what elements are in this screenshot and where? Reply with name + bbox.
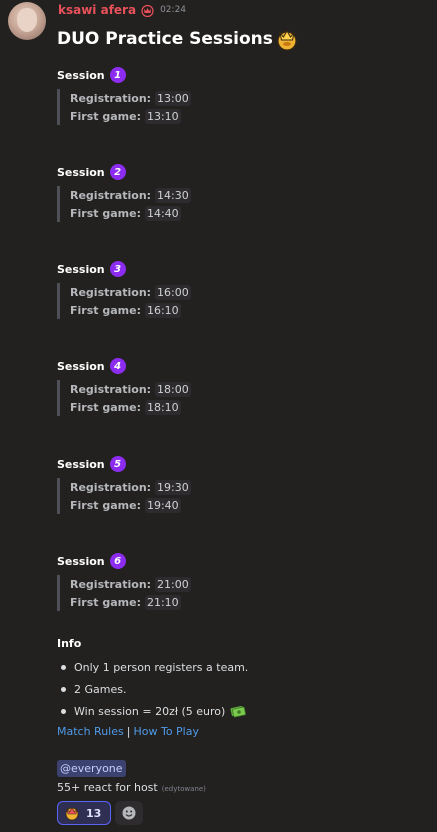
first-game-label: First game: bbox=[70, 400, 141, 414]
registration-time: 14:30 bbox=[155, 187, 191, 203]
role-icon[interactable] bbox=[141, 4, 154, 17]
session-label: Session bbox=[57, 165, 105, 179]
number-1-badge-icon: 1 bbox=[109, 67, 126, 83]
session-label: Session bbox=[57, 262, 105, 276]
avatar[interactable] bbox=[8, 2, 46, 40]
add-reaction-icon bbox=[122, 806, 136, 820]
reactions-bar: 13 bbox=[57, 801, 143, 825]
list-item: Win session = 20zł (5 euro) bbox=[57, 700, 248, 722]
registration-time: 16:00 bbox=[155, 284, 191, 300]
crown-emoji-icon bbox=[277, 30, 297, 51]
blockquote: Registration: 21:00 First game: 21:10 bbox=[57, 575, 191, 611]
blockquote: Registration: 16:00 First game: 16:10 bbox=[57, 283, 191, 319]
first-game-time: 14:40 bbox=[144, 205, 181, 221]
registration-label: Registration: bbox=[70, 382, 152, 396]
bullet-icon bbox=[61, 708, 66, 714]
registration-label: Registration: bbox=[70, 188, 152, 202]
number-6-badge-icon: 6 bbox=[109, 553, 126, 569]
registration-label: Registration: bbox=[70, 91, 152, 105]
message-title: DUO Practice Sessions bbox=[57, 27, 299, 51]
session-label: Session bbox=[57, 457, 105, 471]
session-block: Session 4 Registration: 18:00 First game: 1… bbox=[57, 358, 191, 416]
registration-time: 18:00 bbox=[155, 381, 191, 397]
everyone-mention[interactable]: @everyone bbox=[57, 760, 126, 777]
number-2-badge-icon: 2 bbox=[109, 164, 126, 180]
first-game-label: First game: bbox=[70, 206, 141, 220]
session-block: Session 2 Registration: 14:30 First game: 1… bbox=[57, 164, 191, 222]
link-separator: | bbox=[126, 725, 131, 738]
info-list: Only 1 person registers a team. 2 Games.… bbox=[57, 656, 248, 722]
blockquote: Registration: 19:30 First game: 19:40 bbox=[57, 478, 191, 514]
how-to-play-link[interactable]: How To Play bbox=[133, 725, 199, 738]
crown-emoji-icon bbox=[65, 806, 79, 821]
first-game-label: First game: bbox=[70, 498, 141, 512]
registration-time: 13:00 bbox=[155, 90, 191, 106]
first-game-label: First game: bbox=[70, 303, 141, 317]
list-item-text: Win session = 20zł (5 euro) bbox=[74, 704, 226, 718]
first-game-time: 18:10 bbox=[144, 399, 181, 415]
username[interactable]: ksawi afera bbox=[58, 3, 136, 17]
reaction-button[interactable]: 13 bbox=[57, 801, 111, 825]
react-line: 55+ react for host (edytowane) bbox=[57, 781, 206, 794]
session-label: Session bbox=[57, 554, 105, 568]
number-4-badge-icon: 4 bbox=[109, 358, 126, 374]
session-block: Session 6 Registration: 21:00 First game: 2… bbox=[57, 553, 191, 611]
reaction-count: 13 bbox=[86, 806, 102, 820]
bullet-icon bbox=[61, 664, 66, 670]
list-item: Only 1 person registers a team. bbox=[57, 656, 248, 678]
registration-label: Registration: bbox=[70, 480, 152, 494]
first-game-time: 19:40 bbox=[144, 497, 181, 513]
blockquote: Registration: 14:30 First game: 14:40 bbox=[57, 186, 191, 222]
match-rules-link[interactable]: Match Rules bbox=[57, 725, 124, 738]
session-block: Session 3 Registration: 16:00 First game: 1… bbox=[57, 261, 191, 319]
blockquote: Registration: 18:00 First game: 18:10 bbox=[57, 380, 191, 416]
registration-time: 19:30 bbox=[155, 479, 191, 495]
money-with-wings-icon bbox=[230, 706, 247, 718]
edited-label[interactable]: (edytowane) bbox=[162, 785, 206, 793]
links-row: Match Rules | How To Play bbox=[57, 725, 199, 738]
list-item-text: 2 Games. bbox=[74, 682, 127, 696]
first-game-time: 13:10 bbox=[144, 108, 181, 124]
number-3-badge-icon: 3 bbox=[109, 261, 126, 277]
registration-label: Registration: bbox=[70, 285, 152, 299]
registration-time: 21:00 bbox=[155, 576, 191, 592]
add-reaction-button[interactable] bbox=[115, 801, 143, 825]
first-game-time: 16:10 bbox=[144, 302, 181, 318]
message-header: ksawi afera 02:24 bbox=[58, 2, 186, 18]
react-text: 55+ react for host bbox=[57, 781, 158, 794]
registration-label: Registration: bbox=[70, 577, 152, 591]
blockquote: Registration: 13:00 First game: 13:10 bbox=[57, 89, 191, 125]
list-item: 2 Games. bbox=[57, 678, 248, 700]
session-block: Session 5 Registration: 19:30 First game: 1… bbox=[57, 456, 191, 514]
first-game-time: 21:10 bbox=[144, 594, 181, 610]
session-label: Session bbox=[57, 359, 105, 373]
timestamp[interactable]: 02:24 bbox=[160, 5, 186, 15]
bullet-icon bbox=[61, 686, 66, 692]
first-game-label: First game: bbox=[70, 595, 141, 609]
first-game-label: First game: bbox=[70, 109, 141, 123]
list-item-text: Only 1 person registers a team. bbox=[74, 660, 249, 674]
info-heading: Info bbox=[57, 637, 82, 650]
title-text: DUO Practice Sessions bbox=[57, 29, 273, 49]
session-block: Session 1 Registration: 13:00 First game: 1… bbox=[57, 67, 191, 125]
number-5-badge-icon: 5 bbox=[109, 456, 126, 472]
session-label: Session bbox=[57, 68, 105, 82]
